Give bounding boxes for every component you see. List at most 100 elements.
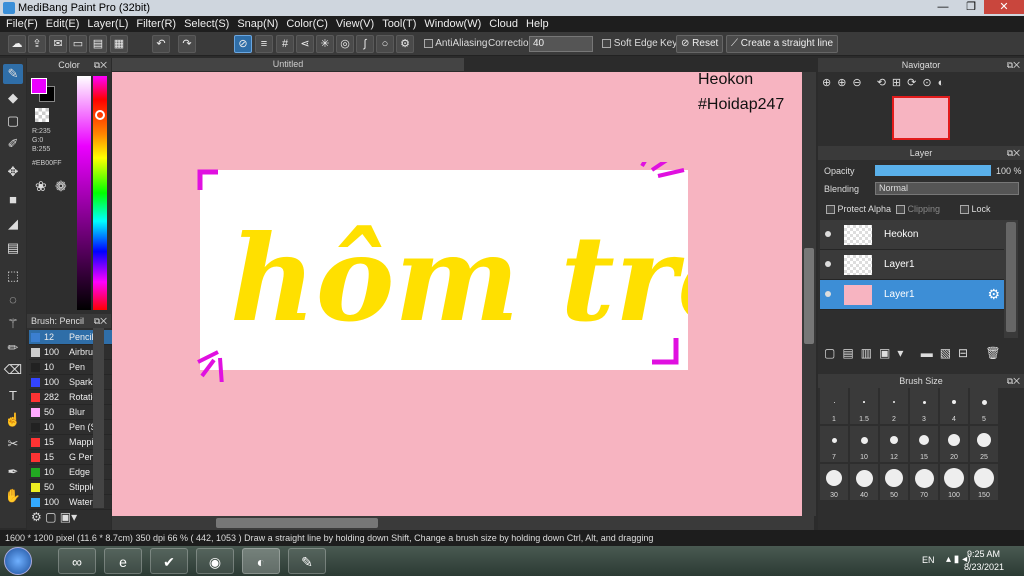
menu-select[interactable]: Select(S) — [182, 16, 235, 32]
brush-size-cell[interactable]: 40 — [850, 464, 878, 500]
reset-button[interactable]: ⊘ Reset — [676, 35, 724, 53]
radial-snap-icon[interactable]: ✳ — [316, 35, 334, 53]
lock-toggle[interactable]: Lock — [960, 204, 991, 215]
layer-row[interactable]: Heokon — [820, 220, 1006, 250]
snap-off-icon[interactable]: ⊘ — [234, 35, 252, 53]
magic-wand-icon[interactable]: ⚚ — [3, 314, 23, 334]
layer-settings-gear-icon[interactable]: ⚙ — [987, 286, 1000, 303]
brush-item[interactable]: 10 Pen — [29, 360, 119, 375]
protect-alpha-checkbox[interactable] — [826, 205, 835, 215]
brush-size-cell[interactable]: 20 — [940, 426, 968, 462]
straight-line-button[interactable]: ⟋ Create a straight line — [726, 35, 839, 53]
fill-rect-icon[interactable]: ■ — [3, 190, 23, 210]
blending-dropdown[interactable]: Normal — [875, 182, 1019, 195]
brush-item[interactable]: 10 Pen (S) — [29, 420, 119, 435]
select-pen-icon[interactable]: ✏ — [3, 338, 23, 358]
layer-list-scrollbar[interactable] — [1004, 220, 1018, 338]
menu-file[interactable]: File(F) — [4, 16, 44, 32]
canvas-tab[interactable]: Untitled — [112, 58, 464, 71]
visibility-icon[interactable] — [825, 261, 831, 267]
transparent-swatch[interactable] — [35, 108, 49, 122]
brush-size-cell[interactable]: 4 — [940, 388, 968, 424]
brush-size-cell[interactable]: 1 — [820, 388, 848, 424]
maximize-button[interactable]: ❐ — [958, 0, 984, 14]
clipping-toggle[interactable]: Clipping — [896, 204, 940, 215]
soft-edge-checkbox[interactable] — [602, 38, 611, 48]
text-tool-icon[interactable]: T — [3, 386, 23, 406]
add-brush-icon[interactable]: ⚙ ▢ ▣▾ — [31, 510, 77, 524]
menu-view[interactable]: View(V) — [334, 16, 380, 32]
vertical-scroll-thumb[interactable] — [804, 248, 814, 344]
saturation-bar[interactable] — [77, 76, 91, 310]
brush-item[interactable]: 100 Airbrush — [29, 345, 119, 360]
brush-size-cell[interactable]: 15 — [910, 426, 938, 462]
minimize-button[interactable]: — — [930, 0, 956, 14]
clock-date[interactable]: 8/23/2021 — [964, 562, 1004, 572]
panel-pin-icon[interactable]: ⧉✕ — [1007, 58, 1020, 72]
canvas[interactable]: Heokon #Hoidap247 hôm trời — [112, 71, 802, 516]
clock-time[interactable]: 9:25 AM — [967, 549, 1000, 559]
upload-icon[interactable]: ⇪ — [28, 35, 46, 53]
visibility-icon[interactable] — [825, 231, 831, 237]
protect-alpha-toggle[interactable]: Protect Alpha — [826, 204, 891, 215]
brush-item[interactable]: 50 Stipple — [29, 480, 119, 495]
select-rect-icon[interactable]: ⬚ — [3, 266, 23, 286]
foreground-color-swatch[interactable] — [31, 78, 47, 94]
circle-snap-icon[interactable]: ○ — [376, 35, 394, 53]
brush-size-cell[interactable]: 100 — [940, 464, 968, 500]
palette-icon[interactable]: ❀ — [35, 178, 47, 195]
opacity-slider[interactable] — [875, 165, 991, 176]
brush-item[interactable]: 10 Edge — [29, 465, 119, 480]
curve-snap-icon[interactable]: ∫ — [356, 35, 374, 53]
menu-layer[interactable]: Layer(L) — [85, 16, 134, 32]
document-icon[interactable]: ▤ — [89, 35, 107, 53]
grid-snap-icon[interactable]: # — [276, 35, 294, 53]
line-app-icon[interactable]: ✔ — [150, 548, 188, 574]
canvas-vertical-scrollbar[interactable] — [802, 72, 816, 516]
brush-size-cell[interactable]: 150 — [970, 464, 998, 500]
brush-item[interactable]: 100 Sparkle — [29, 375, 119, 390]
brush-item[interactable]: 15 G Pen — [29, 450, 119, 465]
visual-studio-icon[interactable]: ∞ — [58, 548, 96, 574]
start-button[interactable] — [4, 547, 32, 575]
select-eraser-icon[interactable]: ⌫ — [3, 360, 23, 380]
perspective-snap-icon[interactable]: ⋖ — [296, 35, 314, 53]
antialiasing-toggle[interactable]: AntiAliasing — [424, 38, 488, 49]
brush-size-cell[interactable]: 5 — [970, 388, 998, 424]
comment-icon[interactable]: ✉ — [49, 35, 67, 53]
brush-item[interactable]: 282 Rotation — [29, 390, 119, 405]
antialiasing-checkbox[interactable] — [424, 38, 433, 48]
layer-row[interactable]: Layer1 — [820, 250, 1006, 280]
brush-size-cell[interactable]: 70 — [910, 464, 938, 500]
menu-snap[interactable]: Snap(N) — [235, 16, 284, 32]
layer-row[interactable]: Layer1 ⚙ — [820, 280, 1006, 310]
brush-item[interactable]: 15 Mapping — [29, 435, 119, 450]
move-tool-icon[interactable]: ✥ — [3, 162, 23, 182]
brush-size-cell[interactable]: 25 — [970, 426, 998, 462]
hand-tool-icon[interactable]: ✋ — [3, 486, 23, 506]
menu-color[interactable]: Color(C) — [284, 16, 334, 32]
brush-item[interactable]: 50 Blur — [29, 405, 119, 420]
panel-pin-icon[interactable]: ⧉✕ — [1007, 374, 1020, 388]
language-indicator[interactable]: EN — [922, 555, 935, 565]
panel-pin-icon[interactable]: ⧉✕ — [94, 314, 107, 328]
bucket-tool-icon[interactable]: ◢ — [3, 214, 23, 234]
navigator-thumbnail[interactable] — [892, 96, 950, 140]
brush-size-cell[interactable]: 12 — [880, 426, 908, 462]
chrome-icon[interactable]: ◉ — [196, 548, 234, 574]
internet-explorer-icon[interactable]: e — [104, 548, 142, 574]
panel-pin-icon[interactable]: ⧉✕ — [1007, 146, 1020, 160]
dot-tool-icon[interactable]: ▢ — [3, 111, 23, 131]
medibang-taskbar-icon[interactable]: ◐ — [242, 548, 280, 574]
lock-checkbox[interactable] — [960, 205, 969, 215]
paint-icon[interactable]: ✎ — [288, 548, 326, 574]
panel-pin-icon[interactable]: ⧉✕ — [94, 58, 107, 72]
menu-help[interactable]: Help — [524, 16, 555, 32]
brush-size-cell[interactable]: 7 — [820, 426, 848, 462]
gradient-tool-icon[interactable]: ▤ — [3, 238, 23, 258]
color-settings-icon[interactable]: ❁ — [55, 178, 67, 195]
brush-size-cell[interactable]: 30 — [820, 464, 848, 500]
snap-settings-icon[interactable]: ⚙ — [396, 35, 414, 53]
divide-tool-icon[interactable]: ✂ — [3, 434, 23, 454]
lasso-icon[interactable]: ◌ — [3, 290, 23, 310]
